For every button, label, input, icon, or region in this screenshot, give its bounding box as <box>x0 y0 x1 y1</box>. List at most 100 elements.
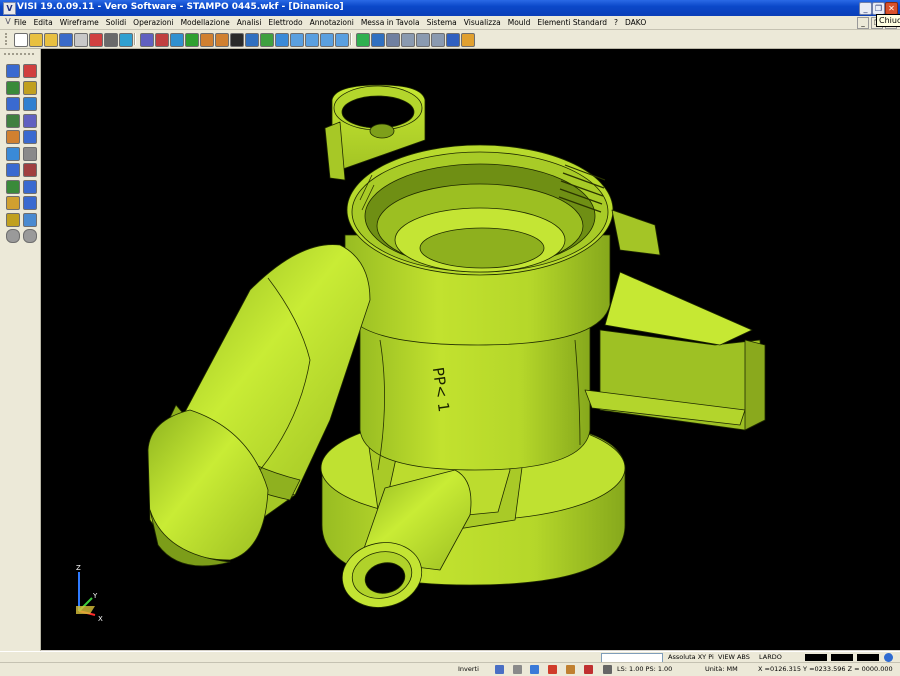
copy-icon[interactable] <box>170 33 184 47</box>
mirror-icon[interactable] <box>23 146 37 161</box>
grid-icon[interactable] <box>461 33 475 47</box>
snap-icon[interactable] <box>495 665 504 674</box>
invert-label[interactable]: Inverti <box>458 664 479 675</box>
properties-icon[interactable] <box>89 33 103 47</box>
refresh-icon[interactable] <box>275 33 289 47</box>
grid-icon[interactable] <box>513 665 522 674</box>
copy-entity-icon[interactable] <box>23 179 37 194</box>
rotate-entity-icon[interactable] <box>6 163 20 177</box>
minimize-icon[interactable]: _ <box>859 2 872 15</box>
menu-elementi-standard[interactable]: Elementi Standard <box>537 16 607 29</box>
part-model: PP< 1 Z Y X <box>76 84 766 623</box>
move-icon[interactable] <box>6 179 20 194</box>
rotate-icon[interactable] <box>260 33 274 47</box>
hidden-icon[interactable] <box>386 33 400 47</box>
menu-bar: V File Edita Wireframe Solidi Operazioni Mode… <box>0 16 900 30</box>
arc-icon[interactable] <box>6 97 20 111</box>
polar-icon[interactable] <box>548 665 557 674</box>
zoom-icon[interactable] <box>245 33 259 47</box>
offset-icon[interactable] <box>6 130 20 144</box>
doc-minimize-icon[interactable]: _ <box>857 17 869 29</box>
save-icon[interactable] <box>59 33 73 47</box>
trim-icon[interactable] <box>6 113 20 128</box>
pan-icon[interactable] <box>230 33 244 47</box>
hatch-icon[interactable] <box>23 212 37 227</box>
extend-icon[interactable] <box>23 113 37 128</box>
cylinder-icon[interactable] <box>416 33 430 47</box>
back-arrow-icon[interactable] <box>6 229 20 243</box>
view-top-icon[interactable] <box>290 33 304 47</box>
3d-viewport[interactable]: PP< 1 Z Y X <box>41 49 900 650</box>
open-folder-icon[interactable] <box>44 33 58 47</box>
axis-z-label: Z <box>76 564 81 572</box>
chamfer-icon[interactable] <box>6 146 20 161</box>
globe-icon[interactable] <box>884 653 893 662</box>
cylinder-icon[interactable] <box>431 33 445 47</box>
wire-icon[interactable] <box>371 33 385 47</box>
layers-icon[interactable] <box>140 33 154 47</box>
shade-icon[interactable] <box>356 33 370 47</box>
axis-triad: Z Y X <box>76 564 103 623</box>
view-front-icon[interactable] <box>305 33 319 47</box>
menu-sistema[interactable]: Sistema <box>427 16 457 29</box>
menu-items: File Edita Wireframe Solidi Operazioni Modell… <box>14 16 646 29</box>
document-menu-icon[interactable]: V <box>3 17 13 27</box>
array-icon[interactable] <box>23 163 37 177</box>
menu-visualizza[interactable]: Visualizza <box>464 16 501 29</box>
menu-operazioni[interactable]: Operazioni <box>133 16 173 29</box>
plot-icon[interactable] <box>119 33 133 47</box>
menu-wireframe[interactable]: Wireframe <box>60 16 99 29</box>
toolbar-grip[interactable] <box>4 53 34 58</box>
view-iso-icon[interactable] <box>335 33 349 47</box>
color-swatch[interactable] <box>805 654 827 661</box>
status-bar-bottom: Inverti LS: 1.00 PS: 1.00 Unità: MM X =0… <box>0 662 900 676</box>
track-icon[interactable] <box>584 665 593 674</box>
menu-analisi[interactable]: Analisi <box>237 16 262 29</box>
cylinder-icon[interactable] <box>401 33 415 47</box>
forward-arrow-icon[interactable] <box>23 229 37 243</box>
window-title: VISI 19.0.09.11 - Vero Software - STAMPO… <box>17 2 344 12</box>
linetype-swatch[interactable] <box>831 654 853 661</box>
ortho-icon[interactable] <box>530 665 539 674</box>
left-toolbar <box>0 49 41 651</box>
linewidth-swatch[interactable] <box>857 654 879 661</box>
view-right-icon[interactable] <box>320 33 334 47</box>
line-icon[interactable] <box>23 64 37 78</box>
menu-messa-in-tavola[interactable]: Messa in Tavola <box>361 16 420 29</box>
cut-icon[interactable] <box>155 33 169 47</box>
menu-solidi[interactable]: Solidi <box>106 16 126 29</box>
spline-icon[interactable] <box>23 97 37 111</box>
redo-icon[interactable] <box>215 33 229 47</box>
measure-icon[interactable] <box>446 33 460 47</box>
print-preview-icon[interactable] <box>74 33 88 47</box>
undo-icon[interactable] <box>200 33 214 47</box>
coordinate-readout: X =0126.315 Y =0233.596 Z = 0000.000 <box>758 665 893 673</box>
menu-modellazione[interactable]: Modellazione <box>181 16 230 29</box>
paste-icon[interactable] <box>185 33 199 47</box>
axis-x-label: X <box>98 615 103 623</box>
menu-mould[interactable]: Mould <box>508 16 531 29</box>
menu-file[interactable]: File <box>14 16 27 29</box>
circle-icon[interactable] <box>23 80 37 95</box>
menu-help[interactable]: ? <box>614 16 618 29</box>
toolbar-separator <box>350 33 352 45</box>
scale-icon[interactable] <box>6 196 20 210</box>
toolbar-grip[interactable] <box>5 33 10 45</box>
menu-edita[interactable]: Edita <box>34 16 53 29</box>
select-icon[interactable] <box>6 64 20 78</box>
app-icon[interactable]: V <box>3 2 16 15</box>
menu-dako[interactable]: DAKO <box>625 16 646 29</box>
menu-elettrodo[interactable]: Elettrodo <box>268 16 302 29</box>
osnap-icon[interactable] <box>566 665 575 674</box>
delete-icon[interactable] <box>23 196 37 210</box>
fillet-icon[interactable] <box>23 130 37 144</box>
open-folder-icon[interactable] <box>29 33 43 47</box>
menu-annotazioni[interactable]: Annotazioni <box>310 16 354 29</box>
new-file-icon[interactable] <box>14 33 28 47</box>
lock-icon[interactable] <box>603 665 612 674</box>
text-icon[interactable] <box>6 212 20 227</box>
print-icon[interactable] <box>104 33 118 47</box>
scale-readout: LS: 1.00 PS: 1.00 <box>617 665 673 673</box>
rectangle-icon[interactable] <box>6 80 20 95</box>
close-tooltip: Chiudi <box>876 14 900 27</box>
